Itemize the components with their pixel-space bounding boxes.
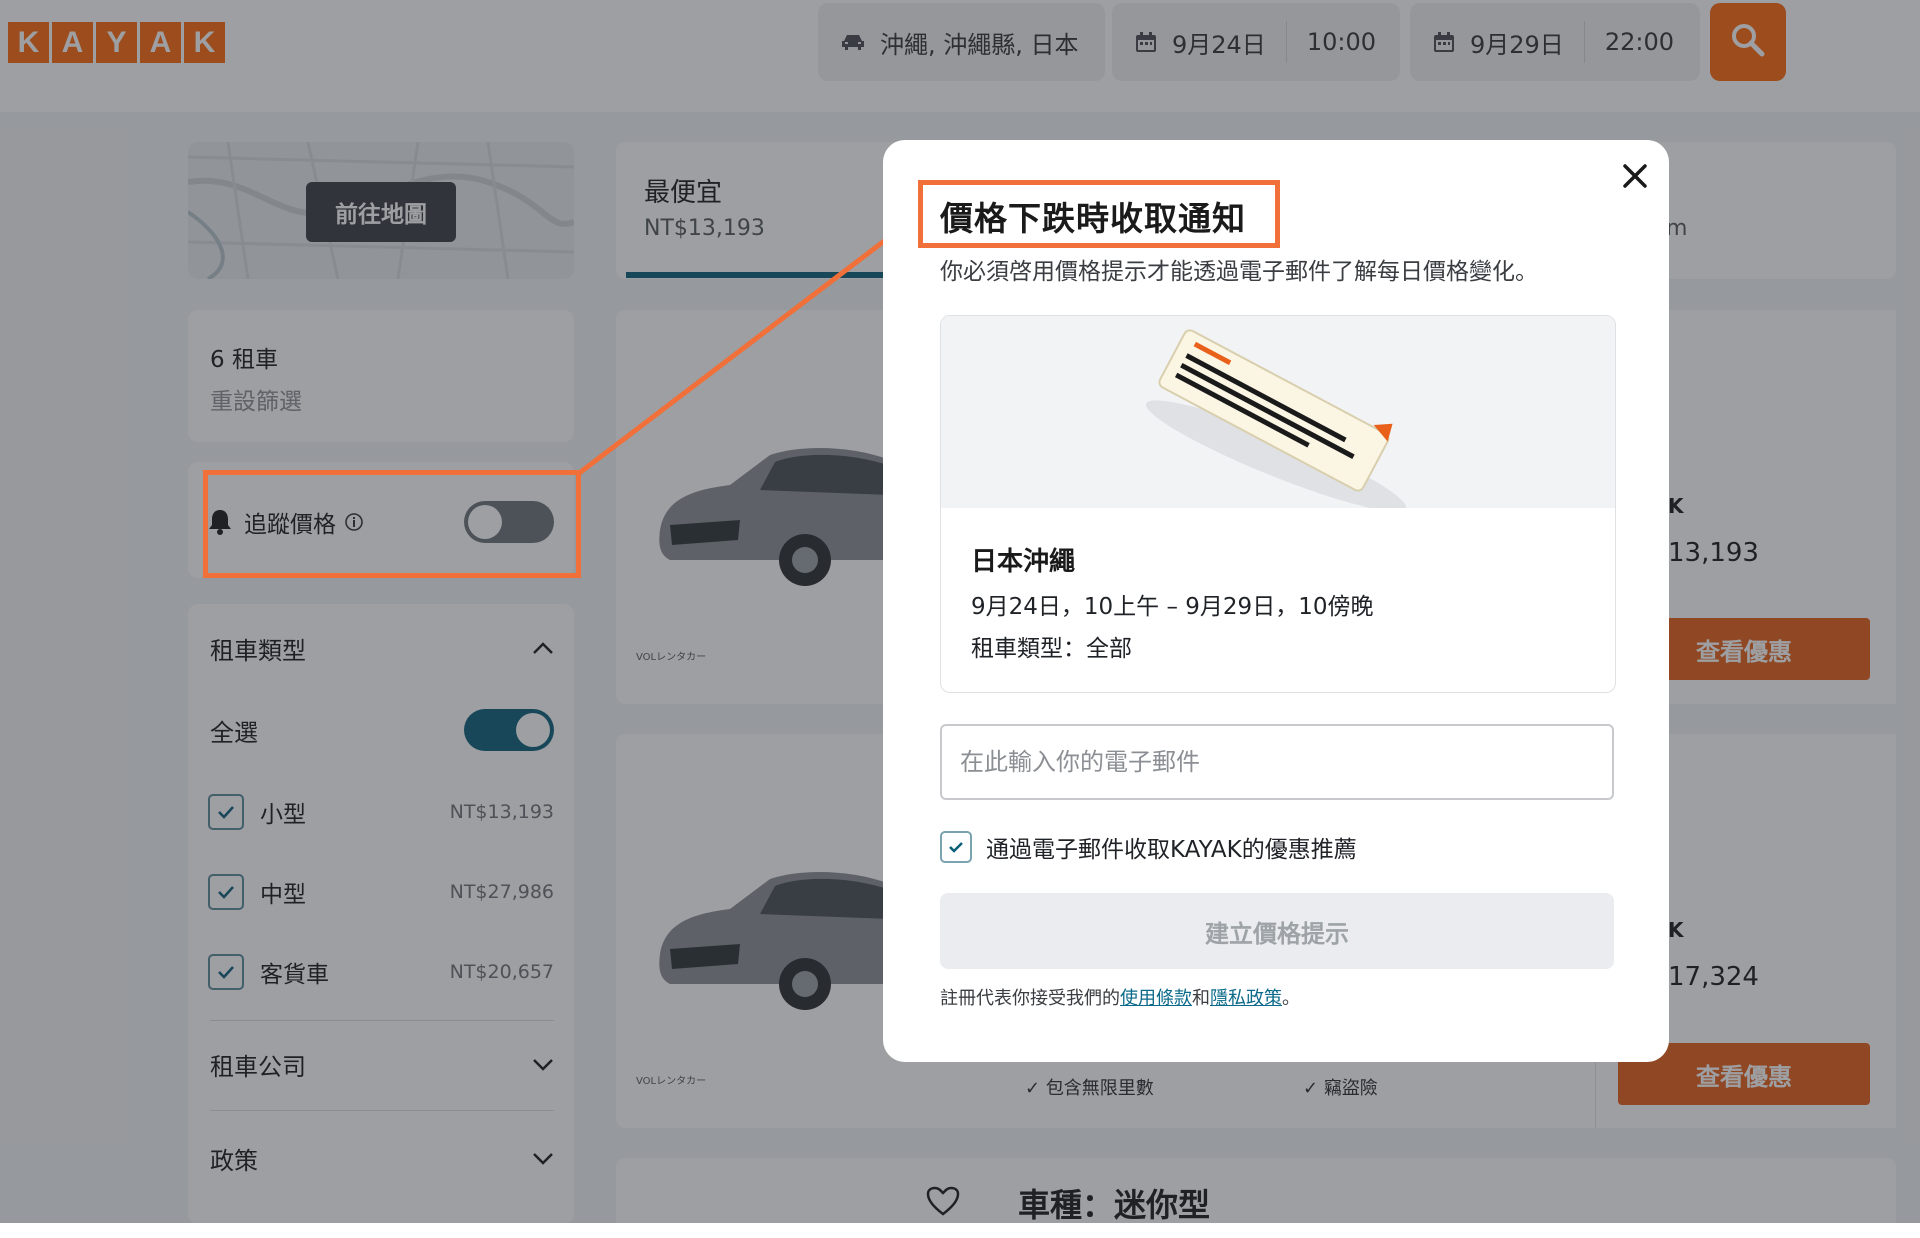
legal-notice: 註冊代表你接受我們的使用條款和隱私政策。 xyxy=(940,984,1300,1010)
close-button[interactable] xyxy=(1615,156,1655,196)
legal-prefix: 註冊代表你接受我們的 xyxy=(940,988,1120,1009)
alert-dates: 9月24日，10上午 – 9月29日，10傍晚 xyxy=(971,594,1374,620)
modal-subtitle: 你必須啓用價格提示才能透過電子郵件了解每日價格變化。 xyxy=(940,259,1538,285)
alert-illustration xyxy=(941,316,1615,512)
close-icon xyxy=(1622,163,1648,189)
modal-title: 價格下跌時收取通知 xyxy=(940,199,1246,238)
alert-location: 日本沖繩 xyxy=(971,547,1076,577)
alert-car-type: 租車類型：全部 xyxy=(971,636,1132,662)
legal-and: 和 xyxy=(1192,988,1210,1009)
opt-in-label: 通過電子郵件收取KAYAK的優惠推薦 xyxy=(986,837,1357,863)
terms-link[interactable]: 使用條款 xyxy=(1120,988,1192,1009)
create-price-alert-button[interactable]: 建立價格提示 xyxy=(940,893,1614,969)
email-input[interactable] xyxy=(940,724,1614,800)
legal-suffix: 。 xyxy=(1282,988,1300,1009)
privacy-link[interactable]: 隱私政策 xyxy=(1210,988,1282,1009)
check-icon xyxy=(949,842,963,853)
opt-in-checkbox[interactable] xyxy=(940,831,972,863)
opt-in-row[interactable]: 通過電子郵件收取KAYAK的優惠推薦 xyxy=(940,830,1357,864)
alert-summary-card: 日本沖繩 9月24日，10上午 – 9月29日，10傍晚 租車類型：全部 xyxy=(940,315,1616,693)
